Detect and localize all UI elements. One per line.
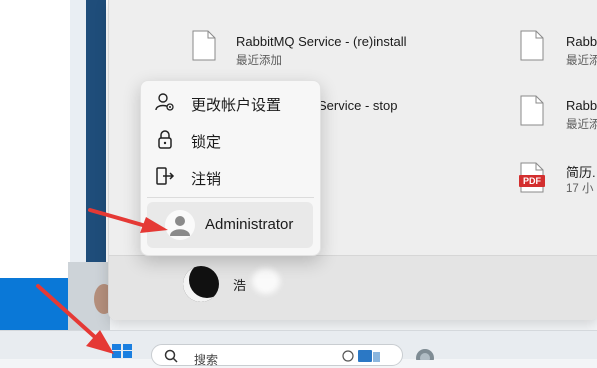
- search-icon: [164, 349, 178, 363]
- user-name-redaction: [252, 268, 280, 294]
- change-account-settings-label: 更改帐户设置: [191, 97, 282, 114]
- recommended-item-sub: 最近添: [566, 55, 597, 67]
- recommended-item[interactable]: Rabb 最近添: [566, 98, 597, 132]
- administrator-label: Administrator: [205, 216, 294, 233]
- lock-item[interactable]: 锁定: [141, 122, 320, 156]
- sign-out-item[interactable]: 注销: [141, 159, 320, 193]
- recommended-item-title: Service - stop: [318, 98, 398, 113]
- recommended-item[interactable]: RabbitMQ Service - (re)install 最近添加: [236, 34, 436, 68]
- recommended-item-sub: 最近添加: [236, 55, 282, 67]
- recommended-item-title: RabbitMQ Service - (re)install: [236, 34, 407, 49]
- desktop-window-blue: [0, 278, 68, 334]
- window-frame: [86, 0, 106, 265]
- person-icon: [170, 216, 190, 236]
- sign-out-icon: [156, 167, 175, 185]
- file-icon: [520, 30, 544, 61]
- windows-start-button[interactable]: [110, 342, 134, 358]
- person-settings-icon: [155, 93, 174, 111]
- user-avatar: [165, 210, 195, 240]
- account-flyout: 更改帐户设置 锁定 注销 Administrator: [140, 80, 321, 256]
- switch-user-administrator[interactable]: Administrator: [147, 202, 313, 248]
- recommended-item-title: Rabb: [566, 34, 597, 49]
- change-account-settings-item[interactable]: 更改帐户设置: [141, 85, 320, 119]
- flyout-divider: [147, 197, 314, 198]
- search-highlight-icon: [342, 350, 380, 362]
- recommended-item[interactable]: Rabb 最近添: [566, 34, 597, 68]
- recommended-item-title: Rabb: [566, 98, 597, 113]
- start-menu-footer: [109, 255, 597, 320]
- lock-label: 锁定: [191, 134, 222, 151]
- recommended-item-sub: 17 小: [566, 183, 594, 195]
- pdf-badge: PDF: [519, 175, 545, 187]
- search-placeholder: 搜索: [194, 353, 219, 367]
- pdf-icon: PDF: [519, 162, 545, 193]
- user-avatar[interactable]: [183, 266, 219, 302]
- user-name[interactable]: 浩: [233, 275, 246, 294]
- file-icon: [192, 30, 216, 61]
- sign-out-label: 注销: [191, 171, 222, 188]
- taskbar-search-box[interactable]: 搜索: [151, 344, 403, 367]
- file-icon: [520, 95, 544, 126]
- lock-icon: [158, 130, 172, 149]
- recommended-item[interactable]: Service - stop: [318, 98, 438, 118]
- recommended-item[interactable]: 简历. 17 小: [566, 162, 597, 196]
- recommended-item-title: 简历.: [566, 165, 596, 180]
- recommended-item-sub: 最近添: [566, 119, 597, 131]
